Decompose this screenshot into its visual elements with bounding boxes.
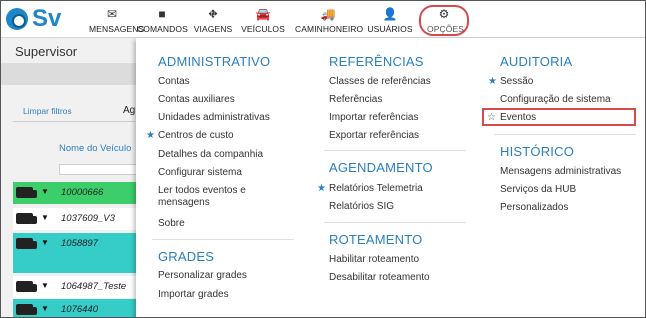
- menu-item-servicos-da-hub[interactable]: Serviços da HUB: [500, 184, 576, 196]
- menu-item-configuracao-de-sistema[interactable]: Configuração de sistema: [500, 94, 611, 106]
- truck-icon: [16, 238, 37, 249]
- truck-icon: [16, 281, 37, 292]
- menu-item-contas[interactable]: Contas: [158, 76, 190, 88]
- vehicle-name: 1076440: [61, 304, 98, 315]
- star-filled-icon[interactable]: ★: [317, 183, 326, 195]
- nav-comandos-label: COMANDOS: [137, 24, 188, 34]
- nav-mensagens[interactable]: ✉ MENSAGENS: [89, 7, 145, 35]
- table-row[interactable]: ▼ 10000666: [13, 182, 137, 204]
- truck-icon: [16, 213, 37, 224]
- nav-veiculos[interactable]: 🚘 VEÍCULOS: [239, 7, 287, 35]
- user-icon: 👤: [382, 7, 398, 21]
- table-row[interactable]: ▼ 1076440: [13, 299, 137, 317]
- menu-item-detalhes-da-companhia[interactable]: Detalhes da companhia: [158, 149, 263, 161]
- menu-item-exportar-referencias[interactable]: Exportar referências: [329, 130, 419, 142]
- divider: [494, 134, 636, 135]
- menu-item-referencias[interactable]: Referências: [329, 94, 382, 106]
- nav-caminhoneiro[interactable]: 🚚 CAMINHONEIRO: [295, 7, 364, 35]
- menu-item-configurar-sistema[interactable]: Configurar sistema: [158, 167, 242, 179]
- logo-text: Sv: [32, 5, 62, 32]
- driver-icon: 🚚: [320, 7, 336, 21]
- vehicle-name: 1064987_Teste: [61, 281, 127, 292]
- chevron-down-icon[interactable]: ▼: [41, 281, 49, 290]
- app-logo[interactable]: Sv: [6, 6, 61, 32]
- app-window: Sv ✉ MENSAGENS ■ COMANDOS ⛖ VIAGENS 🚘 VE…: [0, 0, 646, 318]
- section-title-administrativo: ADMINISTRATIVO: [158, 54, 271, 69]
- table-row[interactable]: ▼ 1058897: [13, 233, 137, 273]
- nav-caminhoneiro-label: CAMINHONEIRO: [295, 24, 364, 34]
- column-header-vehicle-name[interactable]: Nome do Veículo: [59, 143, 131, 154]
- menu-item-relatorios-sig[interactable]: Relatórios SIG: [329, 201, 394, 213]
- divider: [13, 121, 135, 122]
- star-filled-icon[interactable]: ★: [146, 130, 155, 142]
- section-title-referencias: REFERÊNCIAS: [329, 54, 424, 69]
- star-outline-icon[interactable]: ☆: [487, 112, 496, 124]
- divider: [324, 150, 466, 151]
- nav-veiculos-label: VEÍCULOS: [241, 24, 285, 34]
- section-title-roteamento: ROTEAMENTO: [329, 232, 423, 247]
- car-icon: 🚘: [255, 7, 271, 21]
- clear-filters-link[interactable]: Limpar filtros: [23, 106, 72, 116]
- table-row[interactable]: ▼ 1037609_V3: [13, 208, 137, 230]
- section-title-auditoria: AUDITORIA: [500, 54, 573, 69]
- logo-icon: [6, 8, 28, 30]
- menu-item-habilitar-roteamento[interactable]: Habilitar roteamento: [329, 254, 419, 266]
- column-filter-input[interactable]: [59, 164, 137, 175]
- vehicle-name: 1037609_V3: [61, 213, 115, 224]
- menu-item-relatorios-telemetria[interactable]: Relatórios Telemetria: [329, 183, 423, 195]
- truck-icon: [16, 187, 37, 198]
- command-icon: ■: [158, 7, 166, 21]
- top-navbar: Sv ✉ MENSAGENS ■ COMANDOS ⛖ VIAGENS 🚘 VE…: [1, 1, 645, 38]
- table-row[interactable]: ▼ 1064987_Teste: [13, 276, 137, 298]
- section-title-agendamento: AGENDAMENTO: [329, 160, 433, 175]
- nav-viagens-label: VIAGENS: [193, 24, 233, 34]
- chevron-down-icon[interactable]: ▼: [41, 304, 49, 313]
- toolbar-strip: [1, 63, 141, 85]
- menu-item-contas-auxiliares[interactable]: Contas auxiliares: [158, 94, 235, 106]
- menu-item-classes-de-referencias[interactable]: Classes de referências: [329, 76, 431, 88]
- chevron-down-icon[interactable]: ▼: [41, 187, 49, 196]
- nav-mensagens-label: MENSAGENS: [89, 24, 145, 34]
- nav-comandos[interactable]: ■ COMANDOS: [137, 7, 188, 35]
- page-title: Supervisor: [15, 44, 78, 59]
- divider: [152, 239, 294, 240]
- nav-usuarios-label: USUÁRIOS: [367, 24, 413, 34]
- divider: [324, 222, 466, 223]
- menu-item-personalizar-grades[interactable]: Personalizar grades: [158, 270, 247, 282]
- options-dropdown-menu: ADMINISTRATIVO Contas Contas auxiliares …: [136, 38, 645, 317]
- envelope-icon: ✉: [106, 7, 118, 21]
- chevron-down-icon[interactable]: ▼: [41, 213, 49, 222]
- menu-item-unidades-administrativas[interactable]: Unidades administrativas: [158, 112, 270, 124]
- gears-icon: ⚙: [438, 7, 450, 21]
- nav-opcoes-label: OPÇÕES: [427, 24, 464, 34]
- menu-item-importar-grades[interactable]: Importar grades: [158, 289, 229, 301]
- section-title-grades: GRADES: [158, 249, 215, 264]
- menu-item-mensagens-administrativas[interactable]: Mensagens administrativas: [500, 166, 621, 178]
- menu-item-eventos[interactable]: Eventos: [500, 112, 536, 124]
- menu-item-centros-de-custo[interactable]: Centros de custo: [158, 130, 234, 142]
- menu-item-sessao[interactable]: Sessão: [500, 76, 533, 88]
- vehicle-name: 1058897: [61, 238, 98, 249]
- star-filled-icon[interactable]: ★: [488, 76, 497, 88]
- chevron-down-icon[interactable]: ▼: [41, 238, 49, 247]
- nav-viagens[interactable]: ⛖ VIAGENS: [191, 7, 235, 35]
- menu-item-desabilitar-roteamento[interactable]: Desabilitar roteamento: [329, 272, 430, 284]
- road-icon: ⛖: [208, 7, 218, 21]
- menu-item-ler-todos-eventos[interactable]: Ler todos eventos e mensagens: [158, 185, 268, 209]
- nav-opcoes[interactable]: ⚙ OPÇÕES: [419, 5, 469, 36]
- section-title-historico: HISTÓRICO: [500, 144, 575, 159]
- truck-icon: [16, 304, 37, 315]
- vehicle-name: 10000666: [61, 187, 104, 198]
- menu-item-importar-referencias[interactable]: Importar referências: [329, 112, 418, 124]
- truncated-label: Ag: [123, 105, 136, 116]
- menu-item-personalizados[interactable]: Personalizados: [500, 202, 568, 214]
- menu-item-sobre[interactable]: Sobre: [158, 218, 185, 230]
- nav-usuarios[interactable]: 👤 USUÁRIOS: [367, 7, 413, 35]
